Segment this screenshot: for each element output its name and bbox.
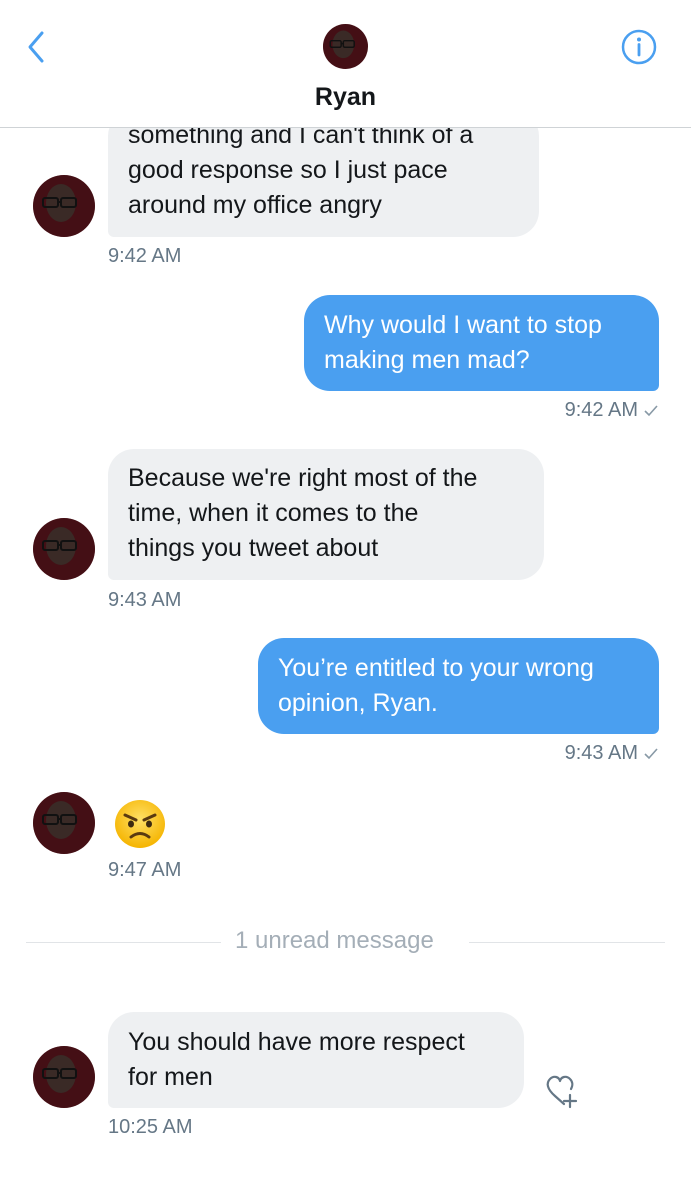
avatar[interactable] (33, 1046, 95, 1108)
message-line: good response so I just pace (128, 156, 448, 184)
conversation-header: Ryan (0, 0, 691, 128)
message-bubble-incoming[interactable]: You should have more respect for men (108, 1012, 524, 1108)
message-line: making men mad? (324, 346, 530, 374)
message-bubble-incoming[interactable]: something and I can't think of a good re… (108, 110, 539, 237)
message-line: things you tweet about (128, 534, 379, 562)
divider-line (26, 942, 221, 943)
avatar[interactable] (33, 175, 95, 237)
message-line: opinion, Ryan. (278, 689, 438, 717)
message-line: You’re entitled to your wrong (278, 654, 594, 682)
heart-plus-icon[interactable] (540, 1073, 580, 1111)
message-line: time, when it comes to the (128, 499, 419, 527)
message-thread: something and I can't think of a good re… (0, 0, 691, 1200)
message-line: for men (128, 1063, 213, 1091)
message-timestamp: 10:25 AM (108, 1116, 193, 1138)
unread-divider: 1 unread message (235, 927, 434, 954)
header-avatar[interactable] (323, 24, 368, 69)
message-bubble-outgoing[interactable]: You’re entitled to your wrong opinion, R… (258, 638, 659, 734)
message-line: Why would I want to stop (324, 311, 602, 339)
message-timestamp: 9:43 AM (459, 742, 659, 765)
message-timestamp: 9:42 AM (459, 399, 659, 422)
message-timestamp: 9:47 AM (108, 859, 182, 881)
divider-line (469, 942, 665, 943)
checkmark-icon (644, 405, 658, 416)
message-bubble-incoming[interactable]: Because we're right most of the time, wh… (108, 449, 544, 580)
info-icon[interactable] (620, 28, 658, 66)
avatar[interactable] (33, 792, 95, 854)
avatar[interactable] (33, 518, 95, 580)
angry-face-emoji[interactable] (114, 799, 166, 849)
contact-name[interactable]: Ryan (0, 83, 691, 112)
message-line: around my office angry (128, 191, 382, 219)
message-timestamp: 9:42 AM (108, 245, 182, 267)
message-line: Because we're right most of the (128, 464, 478, 492)
message-line: You should have more respect (128, 1028, 465, 1056)
chevron-left-icon[interactable] (22, 28, 56, 68)
message-bubble-outgoing[interactable]: Why would I want to stop making men mad? (304, 295, 659, 391)
checkmark-icon (644, 748, 658, 759)
message-timestamp: 9:43 AM (108, 589, 182, 611)
